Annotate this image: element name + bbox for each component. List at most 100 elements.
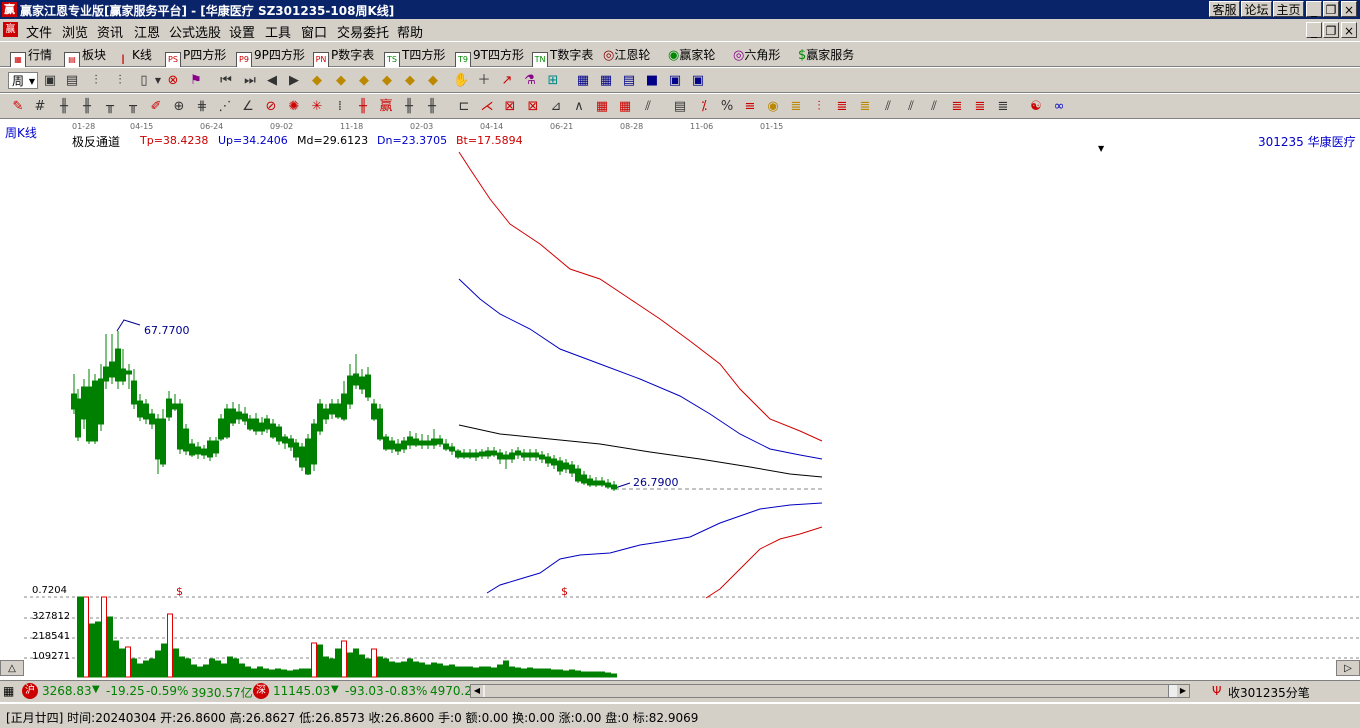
next-icon[interactable]: ▶ — [286, 73, 302, 89]
zoom-out-icon[interactable]: ◆ — [333, 73, 349, 89]
percent-icon[interactable]: % — [719, 99, 735, 115]
app-menu-icon[interactable]: 赢 — [3, 22, 18, 37]
square-tool-2-icon[interactable]: ⊠ — [525, 99, 541, 115]
expand-icon[interactable]: ◆ — [425, 73, 441, 89]
toolbar-p-square[interactable]: PS P四方形 — [165, 46, 226, 68]
toolbar-gann-wheel[interactable]: ◎江恩轮 — [603, 46, 650, 63]
menu-news[interactable]: 资讯 — [97, 22, 123, 41]
print-icon[interactable]: ▣ — [667, 73, 683, 89]
cycle-icon[interactable]: ╫ — [355, 99, 371, 115]
line-tool-3-icon[interactable]: ╥ — [102, 99, 118, 115]
zigzag-icon[interactable]: ∧ — [571, 99, 587, 115]
toolbar-9t-square[interactable]: T9 9T四方形 — [455, 46, 524, 68]
cycle-lines-3-icon[interactable]: ≣ — [995, 99, 1011, 115]
cycle-lines-icon[interactable]: ≣ — [949, 99, 965, 115]
export-icon[interactable]: ▣ — [690, 73, 706, 89]
circle-tool-icon[interactable]: ⊘ — [263, 99, 279, 115]
gold-box-icon[interactable]: ≣ — [857, 99, 873, 115]
trend-icon[interactable]: ↗ — [499, 73, 515, 89]
menu-settings[interactable]: 设置 — [229, 22, 255, 41]
ruler-icon[interactable]: ▤ — [672, 99, 688, 115]
gann-tool-icon[interactable]: ⊗ — [165, 73, 181, 89]
dropdown-arrow-icon[interactable]: ▼ — [1098, 144, 1104, 153]
chart-icon[interactable]: ⊞ — [545, 73, 561, 89]
toolbar-winner-wheel[interactable]: ◉赢家轮 — [668, 46, 715, 63]
fan-icon[interactable]: ⋕ — [194, 99, 210, 115]
menu-file[interactable]: 文件 — [26, 22, 52, 41]
circle-grid-icon[interactable]: ⊕ — [171, 99, 187, 115]
document-icon[interactable]: ▤ — [64, 73, 80, 89]
prev-icon[interactable]: ◀ — [264, 73, 280, 89]
mdi-minimize-button[interactable]: _ — [1306, 22, 1322, 38]
shenzhen-icon[interactable]: 深 — [253, 683, 269, 699]
tick-detail-label[interactable]: 收301235分笔 — [1228, 684, 1310, 701]
toolbar-kline[interactable]: ┃ K线 — [116, 46, 152, 67]
mdi-close-button[interactable]: × — [1341, 22, 1357, 38]
scroll-up-button[interactable]: △ — [0, 660, 24, 676]
scroll-left-icon[interactable]: ◆ — [356, 73, 372, 89]
parallel-icon[interactable]: ⫽ — [640, 99, 656, 115]
menu-tools[interactable]: 工具 — [265, 22, 291, 41]
menu-gann[interactable]: 江恩 — [134, 22, 160, 41]
scrollbar-thumb[interactable] — [485, 685, 1169, 697]
toolbar-winner-service[interactable]: $赢家服务 — [798, 46, 854, 63]
kline-chart[interactable] — [0, 119, 1360, 679]
period-select[interactable]: 周 ▼ — [8, 72, 38, 89]
minimize-button[interactable]: _ — [1306, 1, 1322, 17]
menu-browse[interactable]: 浏览 — [62, 22, 88, 41]
toolbar-hexagon[interactable]: ◎六角形 — [733, 46, 780, 63]
menu-help[interactable]: 帮助 — [397, 22, 423, 41]
horizontal-scrollbar[interactable]: ◀ ▶ — [470, 684, 1190, 698]
close-button[interactable]: × — [1341, 1, 1357, 17]
triangle-icon[interactable]: ⊿ — [548, 99, 564, 115]
line-tool-5-icon[interactable]: ⋰ — [217, 99, 233, 115]
angle-icon[interactable]: ∠ — [240, 99, 256, 115]
scroll-right-arrow-icon[interactable]: ▶ — [1177, 685, 1189, 697]
calendar-icon[interactable]: ▦ — [575, 73, 591, 89]
chart-area[interactable]: 周K线 极反通道 Tp=38.4238 Up=34.2406 Md=29.612… — [0, 119, 1360, 679]
zoom-in-icon[interactable]: ◆ — [309, 73, 325, 89]
bars-icon[interactable]: ⫶ — [88, 73, 104, 89]
pen-icon[interactable]: ✎ — [10, 99, 26, 115]
line-tool-6-icon[interactable]: ╫ — [401, 99, 417, 115]
line-tool-2-icon[interactable]: ╫ — [79, 99, 95, 115]
angle-lines-icon[interactable]: ⫽ — [880, 99, 896, 115]
save-icon[interactable]: ■ — [644, 73, 660, 89]
table-grid-icon[interactable]: ▦ — [594, 99, 610, 115]
toolbar-t-table[interactable]: TN T数字表 — [532, 46, 593, 68]
indicator-icon[interactable]: ⚗ — [522, 73, 538, 89]
box-icon[interactable]: ⊏ — [456, 99, 472, 115]
shanghai-icon[interactable]: 沪 — [22, 683, 38, 699]
fan-lines-icon[interactable]: ⋌ — [479, 99, 495, 115]
sun-icon[interactable]: ✺ — [286, 99, 302, 115]
scroll-left-arrow-icon[interactable]: ◀ — [471, 685, 483, 697]
angle-lines-3-icon[interactable]: ⫽ — [926, 99, 942, 115]
yinyang-icon[interactable]: ☯ — [1028, 99, 1044, 115]
notes-icon[interactable]: ▤ — [621, 73, 637, 89]
toolbar-9p-square[interactable]: P9 9P四方形 — [236, 46, 305, 68]
gann-box-2-icon[interactable]: ≣ — [834, 99, 850, 115]
bar-tool-icon[interactable]: ⁞ — [332, 99, 348, 115]
menu-formula[interactable]: 公式选股 — [169, 22, 221, 41]
toolbar-p-table[interactable]: PN P数字表 — [313, 46, 374, 68]
grid-lines-icon[interactable]: # — [32, 99, 48, 115]
infinity-icon[interactable]: ∞ — [1051, 99, 1067, 115]
square-tool-icon[interactable]: ⊠ — [502, 99, 518, 115]
cycle-lines-2-icon[interactable]: ≣ — [972, 99, 988, 115]
scroll-right-button[interactable]: ▷ — [1336, 660, 1360, 676]
last-icon[interactable]: ⏭ — [242, 73, 258, 89]
shrink-icon[interactable]: ◆ — [402, 73, 418, 89]
service-link[interactable]: 客服 — [1209, 1, 1240, 17]
angle-lines-2-icon[interactable]: ⫽ — [903, 99, 919, 115]
hand-icon[interactable]: ✋ — [453, 73, 469, 89]
table-icon[interactable]: ▦ — [3, 684, 14, 698]
table-grid-2-icon[interactable]: ▦ — [617, 99, 633, 115]
candle-style-icon[interactable]: ▣ — [42, 73, 58, 89]
line-tool-1-icon[interactable]: ╫ — [56, 99, 72, 115]
candle-chevron-icon[interactable]: ▼ — [150, 73, 166, 89]
first-icon[interactable]: ⏮ — [218, 73, 234, 89]
coin-icon[interactable]: ◉ — [765, 99, 781, 115]
win-icon[interactable]: 赢 — [378, 99, 394, 115]
mdi-restore-button[interactable]: ❐ — [1323, 22, 1339, 38]
gold-icon[interactable]: ≣ — [788, 99, 804, 115]
